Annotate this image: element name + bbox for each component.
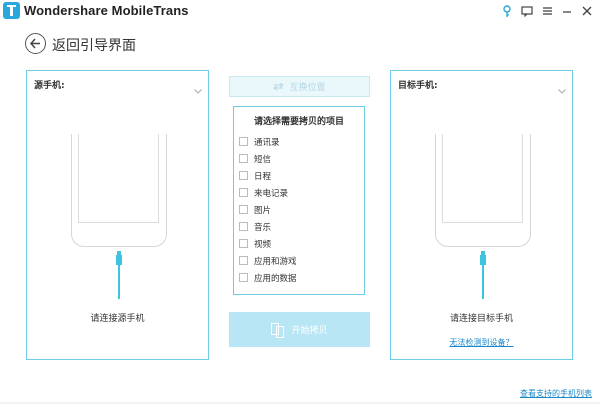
checkbox[interactable] [239,205,248,214]
close-icon[interactable] [580,4,594,18]
start-copy-button[interactable]: 开始拷贝 [229,312,370,347]
checkbox[interactable] [239,273,248,282]
usb-cable-icon [480,251,486,299]
start-copy-label: 开始拷贝 [291,326,328,336]
back-button[interactable] [25,33,46,54]
copy-items-box: 请选择需要拷贝的项目 通讯录 短信 日程 来电记录 图片 音乐 视频 应用和游戏… [233,106,365,295]
source-connect-message: 请连接源手机 [90,314,145,324]
checkbox[interactable] [239,239,248,248]
back-label[interactable]: 返回引导界面 [52,35,136,55]
device-not-detected-link[interactable]: 无法检测到设备？ [391,337,572,348]
item-calendar[interactable]: 日程 [239,169,271,182]
item-call-logs[interactable]: 来电记录 [239,186,288,199]
app-title: Wondershare MobileTrans [24,3,189,18]
item-apps-games[interactable]: 应用和游戏 [239,254,297,267]
copy-items-title: 请选择需要拷贝的项目 [253,117,344,127]
swap-position-label: 互换位置 [289,83,326,93]
copy-icon [271,323,285,338]
checkbox[interactable] [239,256,248,265]
item-photos[interactable]: 图片 [239,203,271,216]
usb-cable-icon [116,251,122,299]
checkbox[interactable] [239,171,248,180]
item-messages[interactable]: 短信 [239,152,271,165]
app-logo-icon [3,2,20,19]
source-phone-panel: 源手机: 请连接源手机 [26,70,209,360]
title-bar: Wondershare MobileTrans [0,0,600,22]
arrow-left-icon [29,38,40,49]
item-videos[interactable]: 视频 [239,237,271,250]
target-phone-panel: 目标手机: 请连接目标手机 无法检测到设备？ [390,70,573,360]
checkbox[interactable] [239,222,248,231]
menu-icon[interactable] [540,4,554,18]
chevron-down-icon[interactable] [194,79,202,98]
window-controls [500,2,594,20]
phone-screen [442,134,523,223]
phone-screen [78,134,159,223]
chevron-down-icon[interactable] [558,79,566,98]
feedback-icon[interactable] [520,4,534,18]
key-icon[interactable] [500,4,514,18]
swap-icon [273,82,285,91]
checkbox[interactable] [239,137,248,146]
item-music[interactable]: 音乐 [239,220,271,233]
source-phone-title: 源手机: [34,81,65,91]
item-app-data[interactable]: 应用的数据 [239,271,297,284]
checkbox[interactable] [239,188,248,197]
item-contacts[interactable]: 通讯录 [239,135,280,148]
target-phone-title: 目标手机: [398,81,438,91]
checkbox[interactable] [239,154,248,163]
supported-phones-link[interactable]: 查看支持的手机列表 [520,388,592,399]
phone-outline-icon [71,134,167,247]
minimize-icon[interactable] [560,4,574,18]
swap-position-button[interactable]: 互换位置 [229,76,370,97]
target-connect-message: 请连接目标手机 [449,314,513,324]
phone-outline-icon [435,134,531,247]
